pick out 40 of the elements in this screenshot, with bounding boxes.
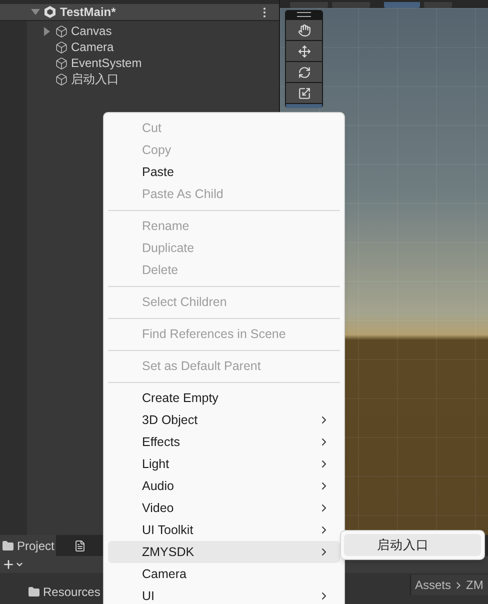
add-icon[interactable] — [2, 558, 15, 571]
menu-item[interactable]: 启动入口 — [344, 534, 481, 556]
cube-icon — [55, 24, 68, 38]
collapse-arrow-icon[interactable] — [31, 8, 40, 16]
hand-tool[interactable] — [286, 20, 322, 40]
menu-item[interactable]: Light — [108, 453, 340, 475]
menu-item[interactable]: Create Empty — [108, 387, 340, 409]
hand-icon — [298, 24, 310, 36]
folder-item[interactable]: Resources — [28, 583, 100, 601]
menu-item[interactable]: ZMYSDK — [108, 541, 340, 563]
dropdown-icon[interactable] — [15, 560, 24, 569]
folder-icon — [28, 586, 40, 598]
menu-item[interactable]: 3D Object — [108, 409, 340, 431]
project-tab[interactable]: Project — [0, 535, 56, 556]
hierarchy-item[interactable]: EventSystem — [27, 55, 142, 71]
cube-icon — [55, 40, 68, 54]
hierarchy-item[interactable]: 启动入口 — [27, 71, 142, 87]
scale-tool[interactable] — [286, 83, 322, 103]
breadcrumb-item[interactable]: Assets — [415, 576, 452, 594]
cube-icon — [55, 56, 68, 70]
hierarchy-item[interactable]: Camera — [27, 39, 142, 55]
menu-item[interactable]: Video — [108, 497, 340, 519]
rotate-tool[interactable] — [286, 62, 322, 82]
move-tool[interactable] — [286, 41, 322, 61]
menu-item[interactable]: UI Toolkit — [108, 519, 340, 541]
scene-name: TestMain* — [60, 4, 117, 21]
expand-arrow-icon[interactable] — [43, 26, 51, 36]
menu-item[interactable]: Effects — [108, 431, 340, 453]
menu-item[interactable]: UI — [108, 585, 340, 604]
breadcrumb-item[interactable]: ZM — [466, 576, 484, 594]
move-arrows-icon — [298, 44, 310, 58]
folder-icon — [2, 540, 14, 552]
menu-item[interactable]: Audio — [108, 475, 340, 497]
menu-item[interactable]: Paste — [108, 161, 340, 183]
menu-item[interactable]: Camera — [108, 563, 340, 585]
hierarchy-item[interactable]: Canvas — [27, 23, 142, 39]
rotate-icon — [298, 66, 310, 78]
cube-icon — [55, 72, 68, 86]
scale-icon — [298, 86, 310, 100]
console-tab-icon[interactable] — [74, 540, 86, 552]
